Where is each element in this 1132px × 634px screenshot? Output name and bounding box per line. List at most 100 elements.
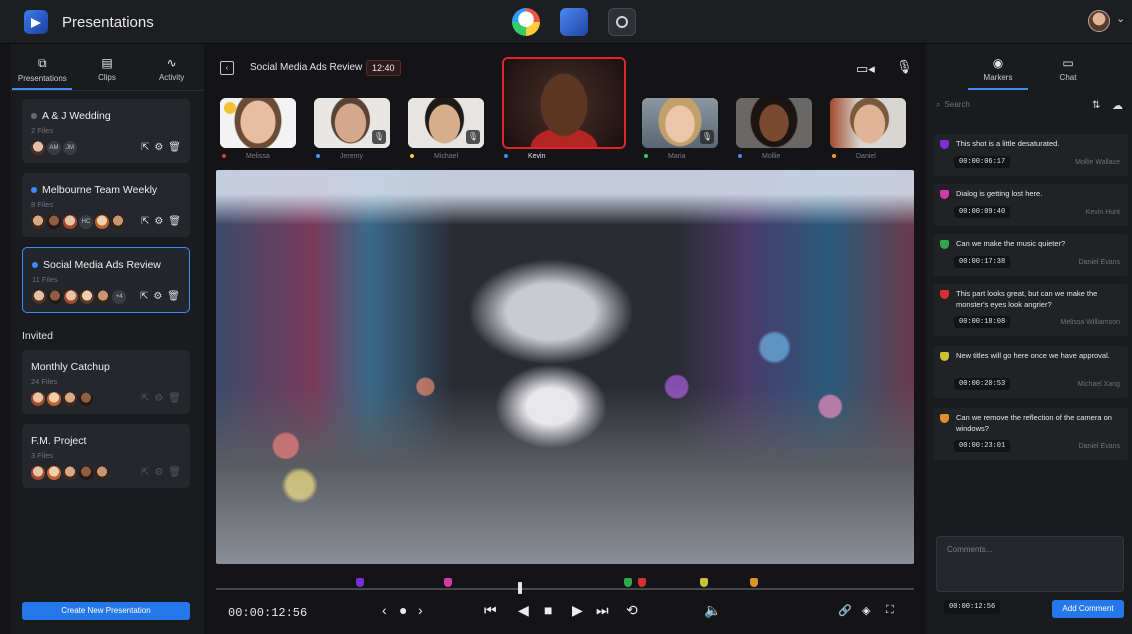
presentations-icon[interactable] — [560, 8, 588, 36]
participant-label: Daniel — [832, 153, 876, 160]
participant-label: Mollie — [738, 153, 780, 160]
invited-presentation-card[interactable]: Monthly Catchup 24 Files ⇱ ⚙ 🗑 — [22, 350, 190, 414]
loop-icon[interactable]: ⟲ — [626, 602, 638, 619]
trash-icon[interactable]: 🗑 — [168, 142, 181, 153]
tab-activity[interactable]: ∿ Activity — [142, 56, 202, 90]
marker-comment[interactable]: Can we make the music quieter? 00:00:17:… — [934, 234, 1128, 276]
right-panel-tabs: ◉ Markers ▭ Chat — [926, 44, 1132, 90]
presentation-card-selected[interactable]: Social Media Ads Review 11 Files +4 ⇱ ⚙ … — [22, 247, 190, 313]
tab-chat[interactable]: ▭ Chat — [1038, 56, 1098, 82]
search-input[interactable]: ⌕ Search — [936, 100, 1086, 116]
participant-video[interactable] — [736, 98, 812, 148]
comment-input[interactable]: Comments... — [936, 536, 1124, 592]
marker-comment[interactable]: New titles will go here once we have app… — [934, 346, 1128, 398]
participant-video[interactable] — [830, 98, 906, 148]
create-new-presentation-button[interactable]: Create New Presentation — [22, 602, 190, 620]
fullscreen-icon[interactable]: ⛶ — [886, 604, 894, 617]
participant-video[interactable] — [220, 98, 296, 148]
resolve-cloud-icon[interactable] — [512, 8, 540, 36]
avatar — [32, 290, 46, 304]
member-avatars: HC — [31, 215, 125, 229]
add-marker-icon[interactable]: ● — [399, 602, 407, 618]
file-count: 2 Files — [31, 126, 54, 135]
timeline-scrubber[interactable] — [216, 578, 914, 594]
share-icon[interactable]: ⇱ — [141, 216, 149, 227]
timeline-marker[interactable] — [356, 578, 364, 587]
link-icon[interactable]: 🔗 — [838, 604, 852, 617]
marker-comment[interactable]: This part looks great, but can we make t… — [934, 284, 1128, 336]
clock-icon[interactable] — [608, 8, 636, 36]
presentation-card[interactable]: Melbourne Team Weekly 8 Files HC ⇱ ⚙ 🗑 — [22, 173, 190, 237]
timeline-marker[interactable] — [750, 578, 758, 587]
tab-presentations[interactable]: ⧉ Presentations — [12, 56, 73, 90]
status-dot — [31, 113, 37, 119]
gear-icon[interactable]: ⚙ — [154, 142, 163, 153]
marker-overlay-icon[interactable]: ◈ — [862, 604, 870, 617]
marker-author: Melissa Williamson — [1060, 319, 1120, 326]
status-dot — [32, 262, 38, 268]
marker-timecode[interactable]: 00:00:20:53 — [954, 378, 1011, 390]
sort-icon[interactable]: ⇅ — [1092, 100, 1100, 111]
trash-icon: 🗑 — [168, 467, 181, 478]
invited-presentation-card[interactable]: F.M. Project 3 Files ⇱ ⚙ 🗑 — [22, 424, 190, 488]
avatar — [31, 392, 45, 406]
next-marker-icon[interactable]: › — [418, 602, 423, 618]
presentation-card[interactable]: A & J Wedding 2 Files AM JM ⇱ ⚙ 🗑 — [22, 99, 190, 163]
go-to-end-icon[interactable]: ⏭ — [596, 602, 609, 619]
gear-icon: ⚙ — [154, 467, 164, 478]
search-placeholder: Search — [944, 100, 970, 109]
marker-comment[interactable]: This shot is a little desaturated. 00:00… — [934, 134, 1128, 176]
status-dot — [832, 154, 836, 159]
marker-timecode[interactable]: 00:00:17:38 — [954, 256, 1011, 268]
timeline-marker[interactable] — [700, 578, 708, 587]
timeline-marker[interactable] — [638, 578, 646, 587]
trash-icon[interactable]: 🗑 — [167, 291, 180, 302]
timeline-marker[interactable] — [444, 578, 452, 587]
add-comment-button[interactable]: Add Comment — [1052, 600, 1124, 618]
video-viewer[interactable] — [216, 170, 914, 564]
marker-timecode[interactable]: 00:00:18:08 — [954, 316, 1011, 328]
card-actions-disabled: ⇱ ⚙ 🗑 — [141, 393, 181, 404]
tab-label: Markers — [983, 73, 1013, 82]
marker-timecode[interactable]: 00:00:09:40 — [954, 206, 1011, 218]
trash-icon[interactable]: 🗑 — [168, 216, 181, 227]
marker-flag-icon — [940, 290, 949, 299]
presentation-name: Melbourne Team Weekly — [42, 184, 158, 196]
stop-icon[interactable]: ■ — [544, 602, 552, 618]
marker-text: This part looks great, but can we make t… — [956, 289, 1098, 309]
go-to-start-icon[interactable]: ⏮ — [484, 602, 497, 619]
marker-flag-icon — [940, 352, 949, 361]
marker-comment[interactable]: Can we remove the reflection of the came… — [934, 408, 1128, 460]
tab-markers[interactable]: ◉ Markers — [968, 56, 1028, 90]
gear-icon[interactable]: ⚙ — [153, 291, 162, 302]
muted-microphone-icon: 🎙 — [700, 130, 714, 144]
chevron-down-icon[interactable]: ⌄ — [1116, 12, 1125, 25]
share-icon[interactable]: ⇱ — [140, 291, 148, 302]
active-speaker-video[interactable] — [502, 57, 626, 149]
gear-icon[interactable]: ⚙ — [154, 216, 163, 227]
avatar — [95, 466, 109, 480]
cloud-download-icon[interactable]: ☁ — [1112, 99, 1123, 112]
playhead[interactable] — [518, 582, 522, 594]
presentations-app-icon[interactable] — [24, 10, 48, 34]
play-icon[interactable]: ▶ — [572, 602, 583, 619]
marker-timecode[interactable]: 00:00:06:17 — [954, 156, 1011, 168]
previous-marker-icon[interactable]: ‹ — [382, 602, 387, 618]
presentation-name: F.M. Project — [31, 435, 87, 447]
marker-comment[interactable]: Dialog is getting lost here. 00:00:09:40… — [934, 184, 1128, 226]
avatar — [64, 290, 78, 304]
avatar: HC — [79, 215, 93, 229]
participant-label: Melissa — [222, 153, 270, 160]
participant-video[interactable]: 🎙 — [408, 98, 484, 148]
marker-timecode[interactable]: 00:00:23:01 — [954, 440, 1011, 452]
tab-clips[interactable]: ▤ Clips — [77, 56, 137, 90]
share-icon[interactable]: ⇱ — [141, 142, 149, 153]
participant-video[interactable]: 🎙 — [314, 98, 390, 148]
timeline-marker[interactable] — [624, 578, 632, 587]
play-reverse-icon[interactable]: ◀ — [518, 602, 529, 619]
volume-icon[interactable]: 🔈 — [704, 602, 721, 619]
user-avatar[interactable] — [1088, 10, 1110, 32]
file-count: 24 Files — [31, 377, 58, 386]
participant-video[interactable]: 🎙 — [642, 98, 718, 148]
sidebar-tabs: ⧉ Presentations ▤ Clips ∿ Activity — [10, 44, 204, 90]
